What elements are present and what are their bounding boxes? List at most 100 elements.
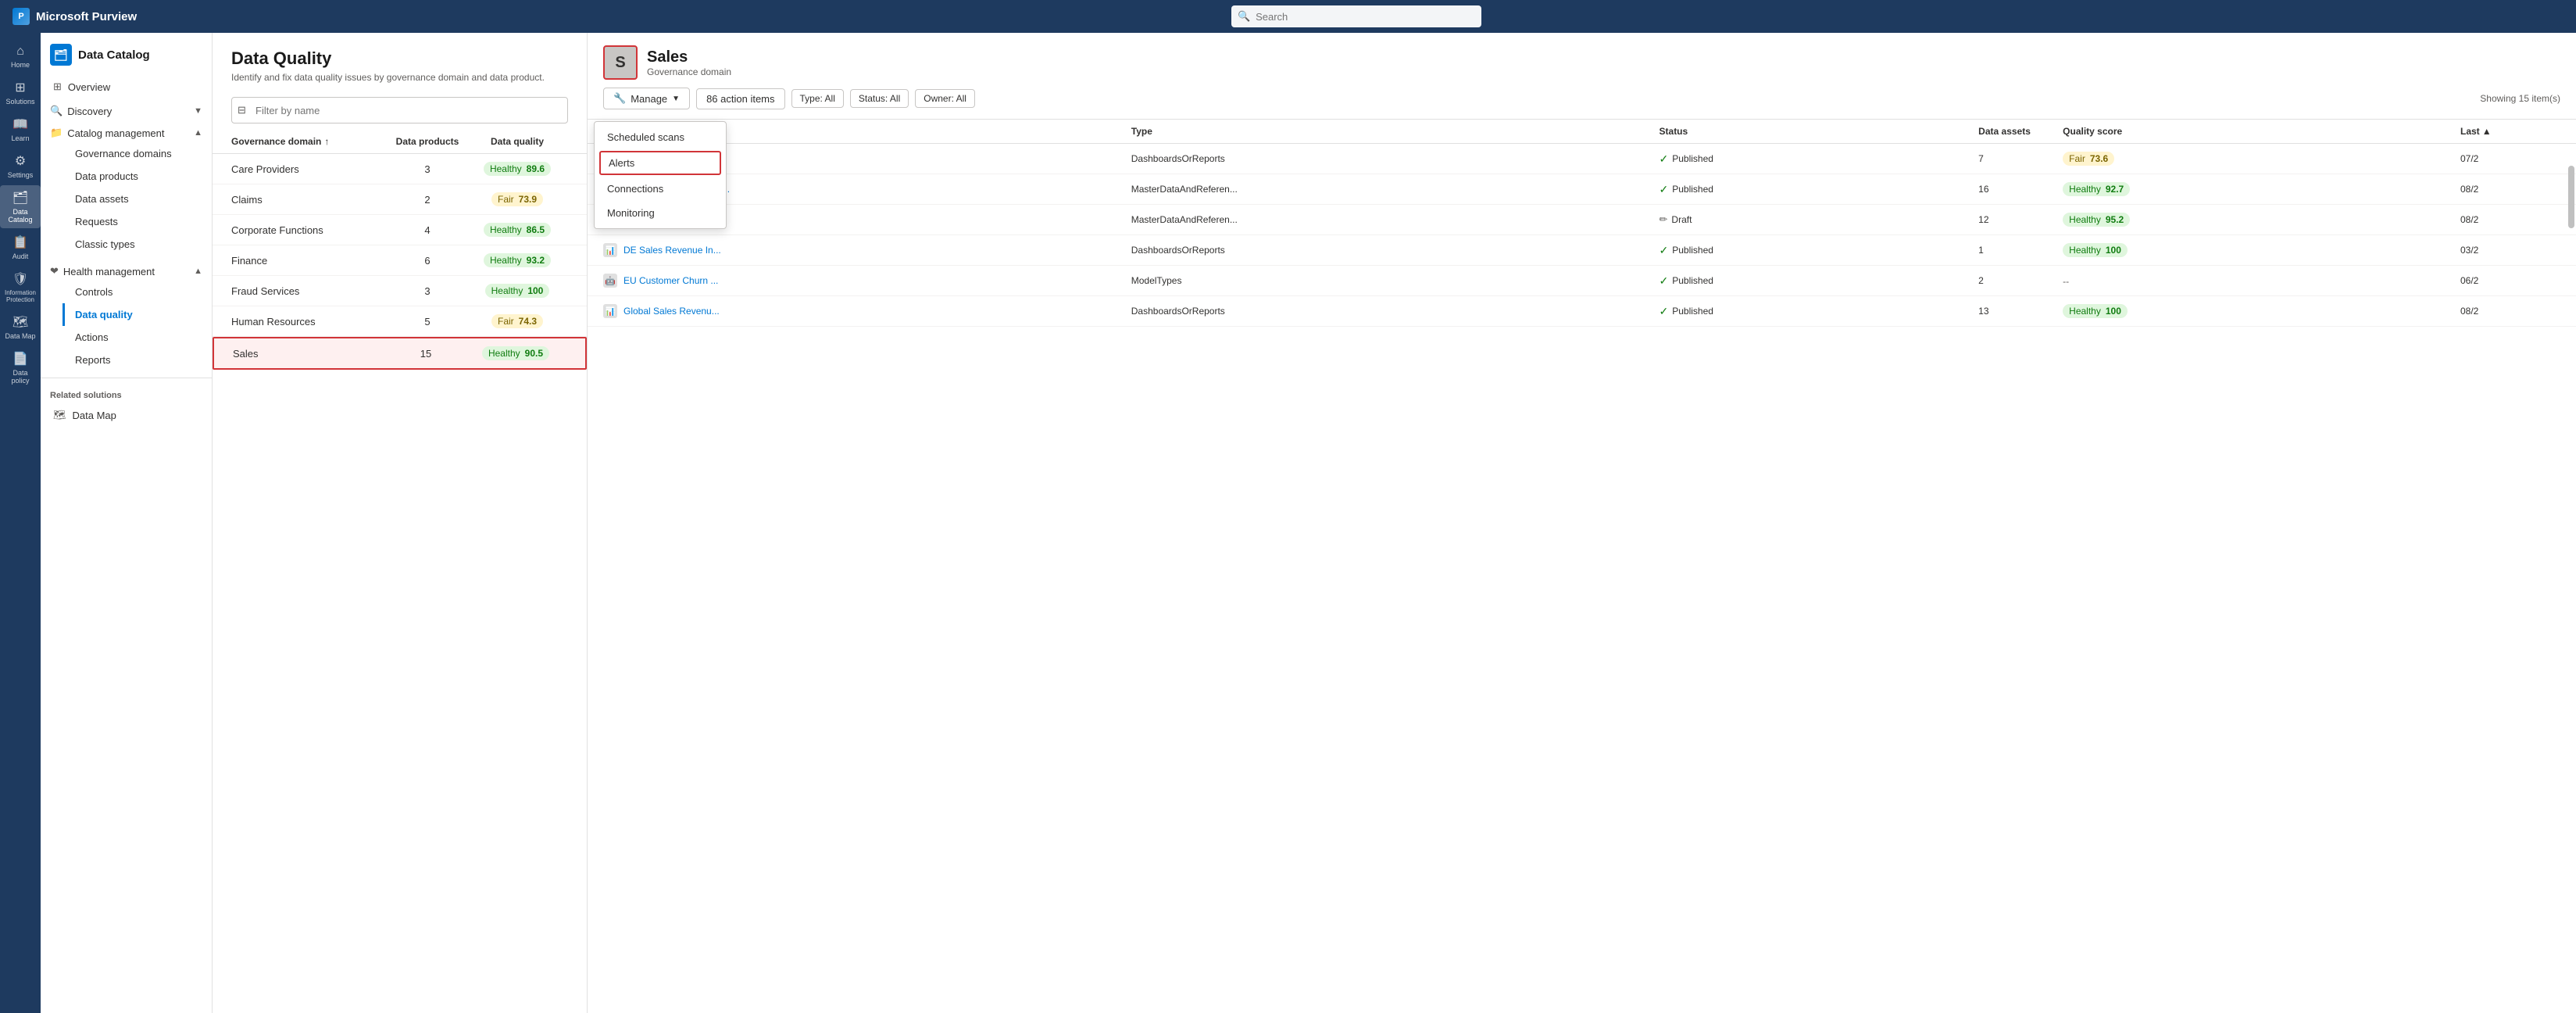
- action-items-button[interactable]: 86 action items: [696, 88, 784, 109]
- type-filter-chip[interactable]: Type: All: [791, 89, 844, 108]
- table-row[interactable]: Claims 2 Fair 73.9: [213, 184, 587, 215]
- product-type: DashboardsOrReports: [1131, 245, 1653, 256]
- rail-label-data-policy: Data policy: [3, 369, 38, 385]
- sidebar-item-classic-types[interactable]: Classic types: [63, 233, 212, 256]
- rail-item-home[interactable]: ⌂ Home: [0, 40, 41, 73]
- rail-item-data-catalog[interactable]: 🗂 Data Catalog: [0, 185, 41, 228]
- rail-item-settings[interactable]: ⚙ Settings: [0, 149, 41, 184]
- status-published-icon: ✓: [1660, 183, 1669, 196]
- classic-types-label: Classic types: [75, 238, 135, 250]
- product-type: DashboardsOrReports: [1131, 306, 1653, 317]
- governance-table-header: Governance domain ↑ Data products Data q…: [213, 130, 587, 154]
- data-map-icon: 🗺: [13, 314, 28, 330]
- governance-domains-label: Governance domains: [75, 148, 172, 159]
- filter-by-name-input[interactable]: [231, 97, 568, 123]
- sidebar-item-data-quality[interactable]: Data quality: [63, 303, 212, 326]
- quality-dash: --: [2063, 276, 2069, 287]
- product-row[interactable]: 📋 Customer Master List MasterDataAndRefe…: [588, 205, 2576, 235]
- governance-domain-col-header[interactable]: Governance domain ↑: [231, 136, 388, 147]
- col-data-assets-header: Data assets: [1978, 126, 2056, 137]
- sidebar-item-data-products[interactable]: Data products: [63, 165, 212, 188]
- rail-item-audit[interactable]: 📋 Audit: [0, 230, 41, 265]
- table-row[interactable]: Corporate Functions 4 Healthy 86.5: [213, 215, 587, 245]
- table-row[interactable]: Fraud Services 3 Healthy 100: [213, 276, 587, 306]
- data-products-col-header: Data products: [388, 136, 466, 147]
- filter-input-wrap: ⊟: [231, 97, 568, 123]
- table-row[interactable]: Finance 6 Healthy 93.2: [213, 245, 587, 276]
- data-assets-label: Data assets: [75, 193, 129, 205]
- page-subtitle: Identify and fix data quality issues by …: [231, 72, 568, 83]
- product-name-cell: 📊 Global Sales Revenu...: [603, 304, 1125, 318]
- sidebar-group-discovery[interactable]: 🔍 Discovery ▼: [41, 98, 212, 120]
- manage-label: Manage: [631, 93, 667, 105]
- sidebar-section-main: ⊞ Overview 🔍 Discovery ▼ 📁 Catalog manag…: [41, 73, 212, 373]
- scrollbar-track[interactable]: [2568, 158, 2574, 997]
- table-row[interactable]: Human Resources 5 Fair 74.3: [213, 306, 587, 337]
- product-row[interactable]: 📊 DashboardsOrReports ✓ Published 7 Fair…: [588, 144, 2576, 174]
- product-last-date: 07/2: [2460, 153, 2523, 164]
- quality-badge: Healthy 100: [485, 284, 550, 298]
- dropdown-item-monitoring[interactable]: Monitoring: [595, 201, 726, 225]
- search-input[interactable]: [1231, 5, 1481, 27]
- sort-icon: ↑: [324, 136, 329, 147]
- dropdown-item-alerts[interactable]: Alerts: [599, 151, 721, 175]
- product-status: ✏ Draft: [1660, 213, 1973, 226]
- gov-name: Sales: [233, 348, 387, 360]
- domain-info: Sales Governance domain: [647, 48, 731, 77]
- rail-label-audit: Audit: [13, 252, 29, 260]
- product-name-text: EU Customer Churn ...: [623, 275, 718, 286]
- rail-label-data-catalog: Data Catalog: [3, 208, 38, 224]
- rail-item-data-map[interactable]: 🗺 Data Map: [0, 310, 41, 345]
- quality-cell: Fair 73.6: [2063, 152, 2454, 166]
- status-published-icon: ✓: [1660, 274, 1669, 288]
- governance-list: Care Providers 3 Healthy 89.6 Claims 2 F…: [213, 154, 587, 1013]
- catalog-mgmt-chevron-icon: ▲: [194, 128, 202, 138]
- products-table-header: Type Status Data assets Quality score La…: [588, 120, 2576, 144]
- detail-title-row: S Sales Governance domain: [603, 45, 2560, 80]
- quality-badge: Healthy 86.5: [484, 223, 551, 237]
- owner-filter-chip[interactable]: Owner: All: [915, 89, 975, 108]
- quality-score-badge: Healthy 95.2: [2063, 213, 2130, 227]
- sidebar-item-reports[interactable]: Reports: [63, 349, 212, 371]
- sidebar-item-data-map-related[interactable]: 🗺 Data Map: [41, 403, 212, 427]
- health-mgmt-group-icon: ❤: [50, 265, 59, 277]
- quality-badge: Healthy 90.5: [482, 346, 549, 360]
- status-filter-chip[interactable]: Status: All: [850, 89, 909, 108]
- sidebar-item-requests[interactable]: Requests: [63, 210, 212, 233]
- product-row[interactable]: 🤖 EU Customer Churn ... ModelTypes ✓ Pub…: [588, 266, 2576, 296]
- sidebar-item-overview[interactable]: ⊞ Overview: [41, 75, 212, 98]
- panel-header: Data Quality Identify and fix data quali…: [213, 33, 587, 89]
- sidebar-group-health-management[interactable]: ❤ Health management ▲: [41, 259, 212, 281]
- table-row[interactable]: Care Providers 3 Healthy 89.6: [213, 154, 587, 184]
- sidebar-item-governance-domains[interactable]: Governance domains: [63, 142, 212, 165]
- filter-bar: ⊟: [213, 89, 587, 130]
- product-row[interactable]: 📊 DE Sales Revenue In... DashboardsOrRep…: [588, 235, 2576, 266]
- product-data-assets: 1: [1978, 245, 2056, 256]
- product-row[interactable]: 📊 Global Sales Revenu... DashboardsOrRep…: [588, 296, 2576, 327]
- sidebar-title: Data Catalog: [78, 48, 150, 62]
- table-row-sales-selected[interactable]: Sales 15 Healthy 90.5: [213, 337, 587, 370]
- gov-count: 2: [388, 194, 466, 206]
- product-row[interactable]: 📋 MasterDataAndReferen... MasterDataAndR…: [588, 174, 2576, 205]
- rail-item-data-policy[interactable]: 📄 Data policy: [0, 346, 41, 389]
- sidebar-item-actions[interactable]: Actions: [63, 326, 212, 349]
- reports-label: Reports: [75, 354, 111, 366]
- product-last-date: 08/2: [2460, 306, 2523, 317]
- detail-panel: S Sales Governance domain 🔧 Manage ▼: [588, 33, 2576, 1013]
- sidebar-item-data-assets[interactable]: Data assets: [63, 188, 212, 210]
- dropdown-item-connections[interactable]: Connections: [595, 177, 726, 201]
- col-type-header: Type: [1131, 126, 1653, 137]
- rail-item-learn[interactable]: 📖 Learn: [0, 112, 41, 147]
- page-title: Data Quality: [231, 48, 568, 69]
- products-list: 📊 DashboardsOrReports ✓ Published 7 Fair…: [588, 144, 2576, 1013]
- col-last-header[interactable]: Last ▲: [2460, 126, 2523, 137]
- dropdown-item-scheduled-scans[interactable]: Scheduled scans: [595, 125, 726, 149]
- manage-button[interactable]: 🔧 Manage ▼: [603, 88, 690, 109]
- sidebar-item-controls[interactable]: Controls: [63, 281, 212, 303]
- brand-name: Microsoft Purview: [36, 10, 137, 23]
- rail-item-information-protection[interactable]: 🛡 Information Protection: [0, 267, 41, 308]
- product-name-cell: 📊 DE Sales Revenue In...: [603, 243, 1125, 257]
- sidebar-group-catalog-management[interactable]: 📁 Catalog management ▲: [41, 120, 212, 142]
- product-last-date: 08/2: [2460, 214, 2523, 225]
- rail-item-solutions[interactable]: ⊞ Solutions: [0, 75, 41, 110]
